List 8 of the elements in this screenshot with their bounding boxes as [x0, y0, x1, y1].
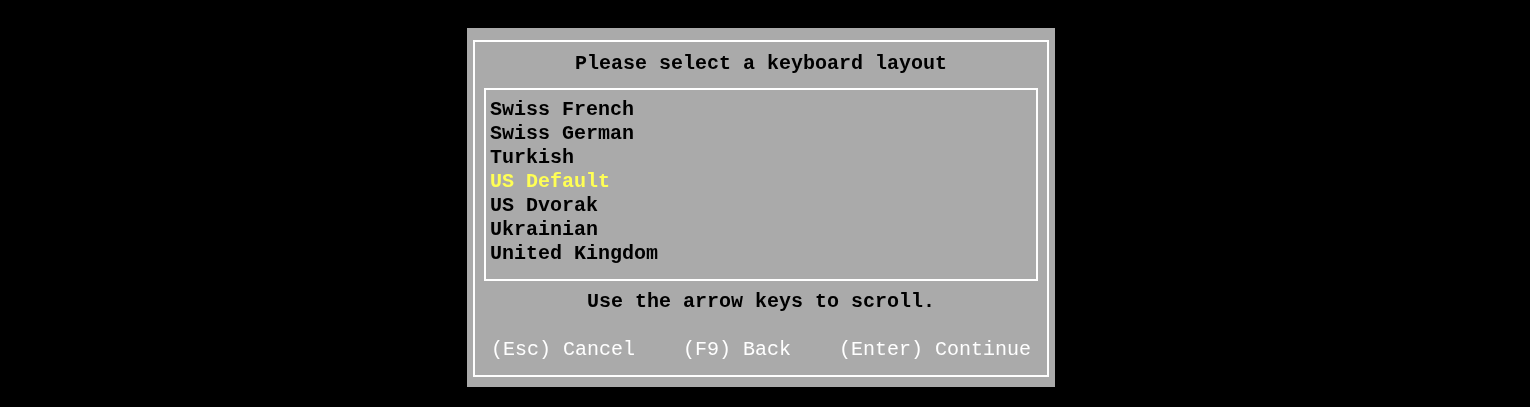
list-item[interactable]: Ukrainian [490, 218, 599, 242]
dialog-title: Please select a keyboard layout [574, 52, 948, 76]
list-item[interactable]: US Dvorak [490, 194, 599, 218]
list-item[interactable]: Swiss German [490, 122, 635, 146]
list-item[interactable]: Turkish [490, 146, 574, 170]
list-item[interactable]: United Kingdom [490, 242, 659, 266]
list-item[interactable]: Swiss French [490, 98, 635, 122]
scroll-hint: Use the arrow keys to scroll. [586, 290, 936, 314]
